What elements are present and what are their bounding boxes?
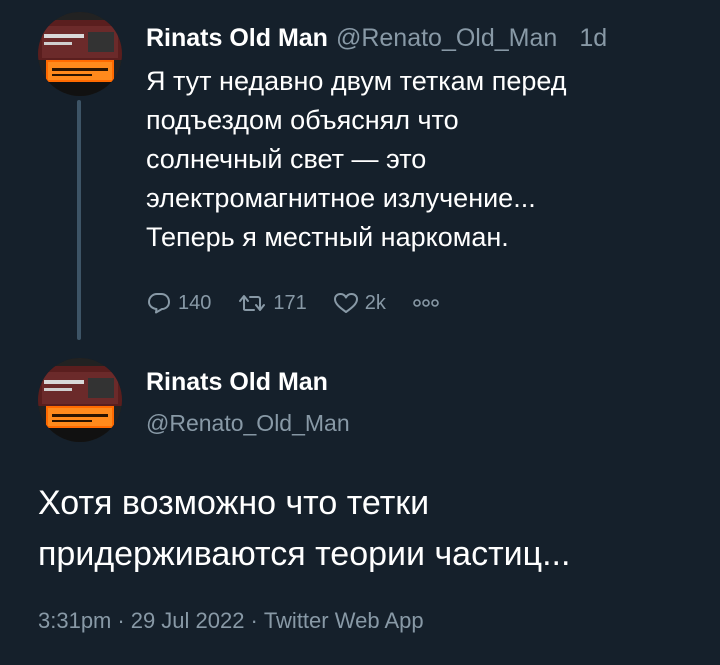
tweet-time[interactable]: 1d — [579, 24, 607, 52]
tweet-text: Хотя возможно что тетки придерживаются т… — [38, 478, 708, 580]
retweet-count: 171 — [273, 291, 307, 314]
parent-tweet[interactable]: Rinats Old Man @Renato_Old_Man 1d Я тут не… — [0, 0, 720, 340]
author-handle[interactable]: @Renato_Old_Man — [146, 408, 350, 438]
tweet-actions: 140 171 2k — [146, 288, 472, 318]
tweet-text-line: придерживаются теории частиц... — [38, 535, 571, 573]
reply-button[interactable]: 140 — [146, 291, 211, 315]
tweet-text-line: Хотя возможно что тетки — [38, 484, 430, 522]
more-button[interactable] — [412, 298, 446, 308]
reply-icon — [148, 293, 170, 314]
tweet-text-line: электромагнитное излучение... — [146, 183, 536, 213]
tweet-header: Rinats Old Man @Renato_Old_Man — [146, 366, 350, 438]
thread-line — [77, 100, 81, 340]
avatar-icon — [38, 358, 122, 442]
separator: · — [117, 608, 125, 633]
retweet-icon — [239, 295, 266, 311]
author-handle[interactable]: @Renato_Old_Man — [336, 24, 557, 52]
tweet-meta: 3:31pm · 29 Jul 2022 · Twitter Web App — [38, 606, 424, 636]
avatar-icon — [38, 12, 122, 96]
separator: · — [250, 608, 258, 633]
tweet-text-line: Я тут недавно двум теткам перед — [146, 66, 567, 96]
tweet-source[interactable]: Twitter Web App — [264, 608, 424, 633]
more-icon — [413, 299, 439, 307]
tweet-timestamp[interactable]: 3:31pm — [38, 608, 111, 633]
author-name[interactable]: Rinats Old Man — [146, 366, 350, 398]
tweet-text-line: солнечный свет — это — [146, 144, 427, 174]
reply-count: 140 — [178, 291, 212, 314]
tweet-text-line: Теперь я местный наркоман. — [146, 222, 509, 252]
avatar[interactable] — [38, 358, 122, 442]
retweet-button[interactable]: 171 — [237, 291, 307, 315]
tweet-date[interactable]: 29 Jul 2022 — [131, 608, 245, 633]
avatar[interactable] — [38, 12, 122, 96]
author-name[interactable]: Rinats Old Man — [146, 24, 328, 52]
like-button[interactable]: 2k — [333, 291, 386, 315]
tweet-text: Я тут недавно двум теткам перед подъездо… — [146, 62, 686, 257]
tweet-header: Rinats Old Man @Renato_Old_Man 1d — [146, 22, 607, 54]
like-count: 2k — [364, 291, 386, 314]
tweet-text-line: подъездом объяснял что — [146, 105, 459, 135]
heart-icon — [333, 293, 358, 313]
